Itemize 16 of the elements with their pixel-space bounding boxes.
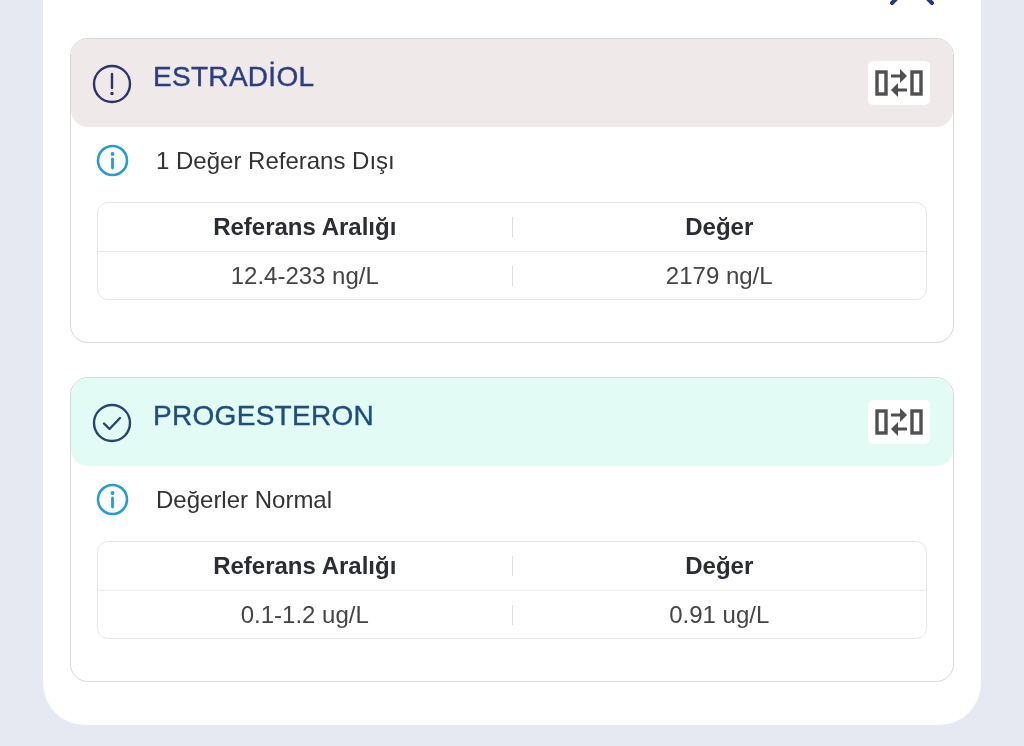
- status-text: 1 Değer Referans Dışı: [156, 146, 395, 175]
- column-header: Referans Aralığı: [213, 552, 397, 580]
- swap-button[interactable]: [868, 400, 930, 444]
- table-cell: 12.4-233 ng/L: [230, 261, 379, 290]
- table-cell: 2179 ng/L: [665, 261, 773, 290]
- column-header: Değer: [685, 552, 754, 580]
- info-icon: [96, 144, 129, 177]
- column-header: Referans Aralığı: [213, 213, 397, 241]
- table-cell: 0.91 ug/L: [669, 600, 770, 629]
- test-name: PROGESTERON: [153, 400, 376, 432]
- info-icon: [96, 483, 129, 516]
- swap-button[interactable]: [868, 61, 930, 105]
- test-name: ESTRADİOL: [153, 61, 316, 93]
- status-text: Değerler Normal: [156, 485, 333, 514]
- column-header: Değer: [685, 213, 754, 241]
- table-cell: 0.1-1.2 ug/L: [240, 600, 369, 629]
